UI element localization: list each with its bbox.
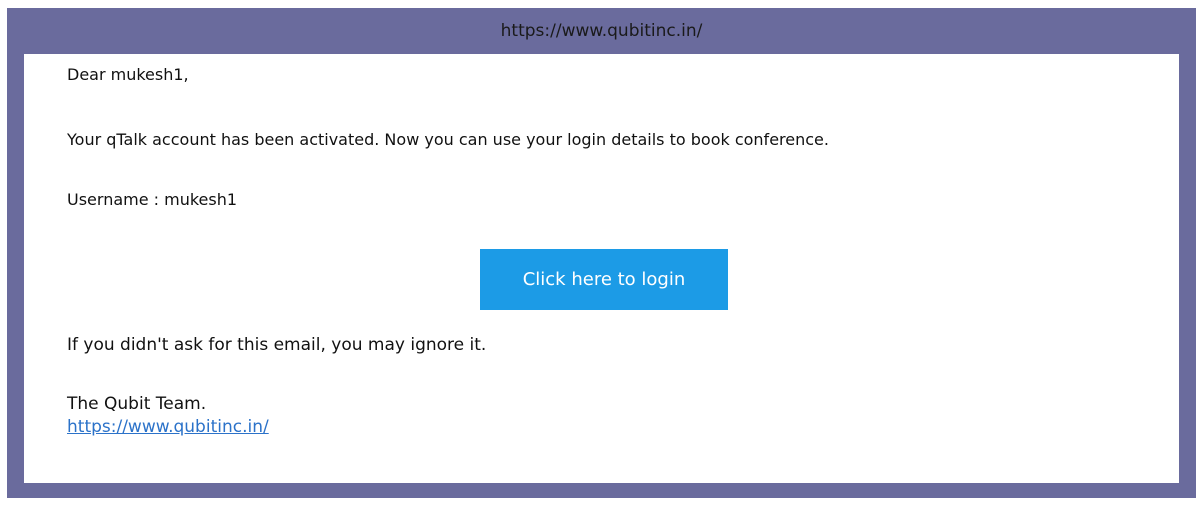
email-frame: https://www.qubitinc.in/ Dear mukesh1, Y… bbox=[7, 8, 1196, 498]
greeting-text: Dear mukesh1, bbox=[67, 65, 189, 84]
activation-message: Your qTalk account has been activated. N… bbox=[67, 130, 829, 149]
username-text: Username : mukesh1 bbox=[67, 190, 238, 209]
login-button[interactable]: Click here to login bbox=[480, 249, 728, 310]
signoff-text: The Qubit Team. bbox=[67, 394, 207, 414]
footer-link[interactable]: https://www.qubitinc.in/ bbox=[67, 417, 269, 437]
email-body: Dear mukesh1, Your qTalk account has bee… bbox=[24, 54, 1179, 483]
header-url: https://www.qubitinc.in/ bbox=[500, 21, 703, 41]
ignore-notice: If you didn't ask for this email, you ma… bbox=[67, 335, 487, 355]
